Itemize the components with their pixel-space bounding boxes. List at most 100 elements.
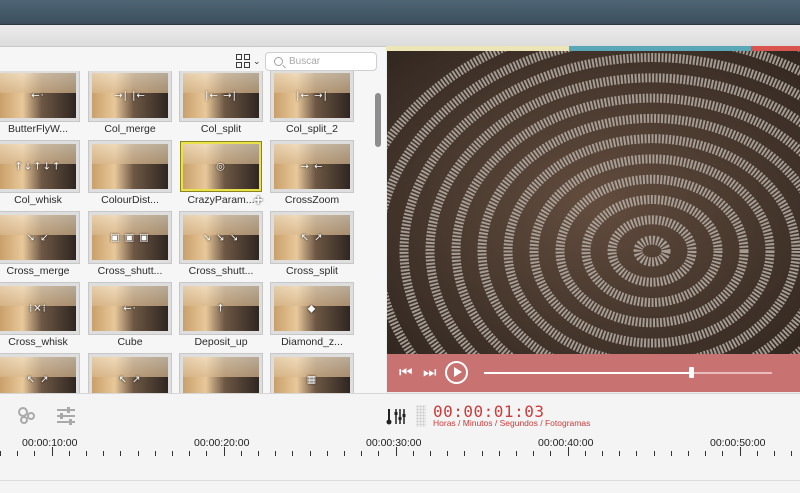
transition-tile[interactable]: → ← CrossZoom	[266, 142, 358, 210]
play-button[interactable]	[445, 361, 468, 384]
ruler-label: 00:00:40:00	[538, 437, 594, 449]
ruler-tick	[430, 451, 431, 456]
ruler-tick	[206, 451, 207, 456]
transition-label: Cube	[117, 336, 143, 348]
transition-tile[interactable]: ▣ ▣ ▣ Cross_shutt...	[84, 213, 176, 281]
search-input[interactable]	[289, 56, 369, 67]
ruler-tick	[172, 451, 173, 456]
transition-tile[interactable]: ↑ Deposit_up	[175, 284, 267, 352]
transition-tile[interactable]: ↘ ↙ Cross_merge	[0, 213, 84, 281]
transition-glyph: → ←	[300, 161, 324, 172]
drag-handle[interactable]	[416, 405, 426, 427]
transition-tile[interactable]: ◎ + CrazyParam...	[175, 142, 267, 210]
transition-thumbnail: |← →|	[274, 73, 350, 118]
timeline-ruler[interactable]: 00:00:10:00 00:00:20:00 00:00:30:00 00:00:4…	[0, 434, 800, 456]
ruler-tick	[774, 451, 775, 456]
scrollbar-thumb[interactable]	[375, 93, 381, 147]
transition-thumbnail: ↘ ↙	[0, 215, 76, 260]
ruler-tick	[413, 451, 414, 456]
player-controls: ⏮ ⏭	[387, 354, 800, 392]
transition-label: Col_split	[200, 123, 242, 135]
ruler-tick	[568, 447, 569, 456]
ruler-tick	[499, 451, 500, 456]
ruler-tick	[34, 451, 35, 456]
ruler-tick	[241, 451, 242, 456]
ruler-tick	[791, 451, 792, 456]
transition-glyph: ↑↓↑↓↑	[14, 161, 62, 172]
timeline-panel: 00:00:01:03 Horas / Minutos / Segundos /…	[0, 393, 800, 493]
transition-label: Cross_whisk	[8, 336, 68, 348]
transition-tile[interactable]: ↖ ↗	[0, 355, 84, 393]
ruler-tick	[619, 451, 620, 456]
transition-tile[interactable]: ←· ButterFlyW...	[0, 71, 84, 139]
transition-tile[interactable]: ⁞✕⁞ Cross_whisk	[0, 284, 84, 352]
browser-scrollbar[interactable]	[374, 89, 382, 393]
transition-label: Cross_merge	[6, 265, 70, 277]
transition-glyph: ←·	[31, 90, 45, 101]
transition-thumbnail: ↖ ↗	[92, 357, 168, 393]
transition-thumbnail: ▦	[274, 357, 350, 393]
effects-icon[interactable]	[16, 404, 38, 426]
sliders-icon[interactable]	[55, 406, 77, 426]
transition-label: Cross_shutt...	[97, 265, 163, 277]
transition-glyph: ⁞✕⁞	[29, 303, 47, 314]
transition-tile[interactable]: ↖ ↗ Cross_split	[266, 213, 358, 281]
audio-mixer-icon[interactable]	[386, 406, 408, 426]
ruler-tick	[378, 451, 379, 456]
transition-tile[interactable]: |← →| Col_split_2	[266, 71, 358, 139]
ruler-label: 00:00:50:00	[710, 437, 766, 449]
ruler-tick	[275, 451, 276, 456]
transition-tile[interactable]: ↘ ↘ ↘ Cross_shutt...	[175, 213, 267, 281]
ruler-tick	[52, 447, 53, 456]
ruler-tick	[258, 451, 259, 456]
next-frame-button[interactable]: ⏭	[423, 363, 437, 381]
transition-label: Cross_shutt...	[188, 265, 254, 277]
track-divider	[0, 480, 800, 481]
ruler-label: 00:00:10:00	[22, 437, 78, 449]
playback-progress	[484, 372, 692, 374]
transition-thumbnail: ↖ ↗	[274, 215, 350, 260]
ruler-tick	[447, 451, 448, 456]
preview-frame	[387, 51, 800, 354]
playback-handle[interactable]	[689, 367, 695, 378]
transition-tile[interactable]: |← →| Col_split	[175, 71, 267, 139]
playback-slider[interactable]	[484, 367, 772, 378]
previous-frame-button[interactable]: ⏮	[399, 363, 413, 381]
transition-glyph: ←·	[123, 303, 137, 314]
toolbar	[0, 25, 800, 47]
transition-tile[interactable]: ←· Cube	[84, 284, 176, 352]
ruler-tick	[138, 451, 139, 456]
transition-label: Col_whisk	[14, 194, 62, 206]
transition-thumbnail: ←·	[0, 73, 76, 118]
transition-thumbnail: ←·	[92, 286, 168, 331]
transition-label: Cross_split	[286, 265, 338, 277]
transition-thumbnail: ◆	[274, 286, 350, 331]
transition-label: Deposit_up	[194, 336, 248, 348]
ruler-tick	[757, 451, 758, 456]
ruler-tick	[17, 451, 18, 456]
transitions-grid: ←· ButterFlyW... →| |← Col_merge |← →| Col_sp…	[0, 71, 372, 393]
search-field[interactable]	[265, 52, 377, 71]
transition-tile[interactable]: ◆ Diamond_z...	[266, 284, 358, 352]
transition-thumbnail	[183, 357, 259, 393]
transition-tile[interactable]: ↖ ↗	[84, 355, 176, 393]
ruler-label: 00:00:30:00	[366, 437, 422, 449]
ruler-tick	[155, 451, 156, 456]
transition-glyph: ◎	[216, 161, 226, 172]
transition-glyph: |← →|	[296, 90, 328, 101]
transition-tile[interactable]: →| |← Col_merge	[84, 71, 176, 139]
transition-tile[interactable]: ColourDist...	[84, 142, 176, 210]
ruler-tick	[86, 451, 87, 456]
ruler-tick	[516, 451, 517, 456]
transition-thumbnail	[92, 144, 168, 189]
transition-tile[interactable]: ↑↓↑↓↑ Col_whisk	[0, 142, 84, 210]
transition-glyph: ▦	[306, 374, 318, 385]
transition-glyph: ↖ ↗	[300, 232, 324, 243]
transition-tile[interactable]	[175, 355, 267, 393]
transition-label: CrazyParam...	[187, 194, 255, 206]
transition-glyph: ▣ ▣ ▣	[110, 232, 150, 243]
video-preview	[387, 51, 800, 354]
transition-tile[interactable]: ▦	[266, 355, 358, 393]
ruler-tick	[361, 451, 362, 456]
view-mode-toggle[interactable]: ⌄	[236, 53, 264, 69]
